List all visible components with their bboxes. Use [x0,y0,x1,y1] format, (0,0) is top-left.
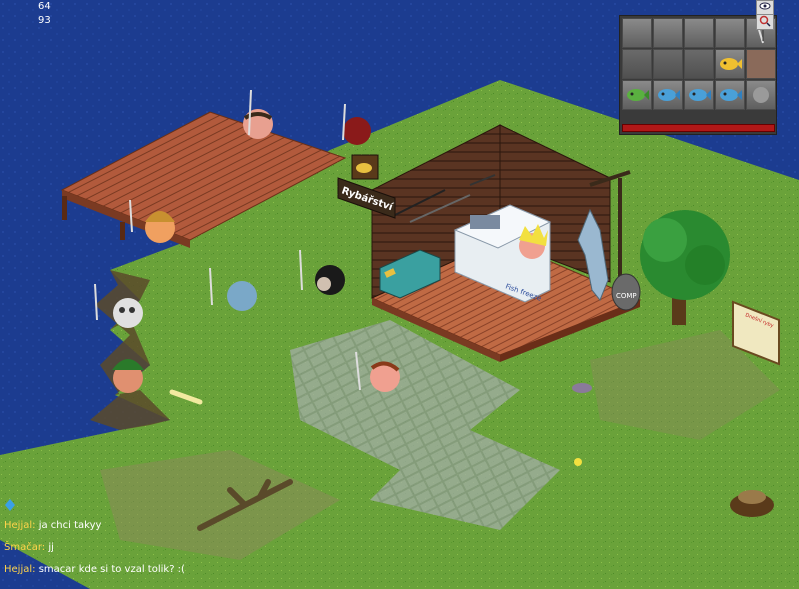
inventory-slot[interactable] [746,49,776,79]
green-fish-icon [627,89,649,101]
search-icon [759,15,771,27]
coord-y: 93 [38,15,51,26]
inventory-slot[interactable] [715,80,745,110]
inventory-slot[interactable] [684,49,714,79]
inventory-slot[interactable] [715,18,745,48]
search-button[interactable] [756,14,774,30]
inventory-slot[interactable] [684,18,714,48]
inventory-slot[interactable] [653,18,683,48]
chat-message: smacar kde si to vzal tolik? :( [38,564,185,575]
chat-author[interactable]: Šmačar: [4,542,45,553]
inventory-slot[interactable] [622,18,652,48]
eye-icon [759,2,771,10]
chat-toggle-icon[interactable] [5,499,15,511]
coord-x: 64 [38,1,51,12]
blue-fish-icon [689,89,711,101]
trash-bin-label: COMP [616,292,637,300]
inventory-slot[interactable] [684,80,714,110]
blue-fish-icon [720,89,742,101]
chat-line: Hejjal: ja chci takyy [4,518,185,540]
inventory-slot[interactable] [653,80,683,110]
flower[interactable] [574,458,582,466]
chat-line: Hejjal: smacar kde si to vzal tolik? :( [4,562,185,584]
rock[interactable] [572,383,592,393]
chat-author[interactable]: Hejjal: [4,564,36,575]
chat-log: Hejjal: ja chci takyy Šmačar: jj Hejjal:… [4,518,185,584]
inventory-slot[interactable] [622,49,652,79]
inventory-panel[interactable] [619,15,777,135]
spinner-icon [753,87,769,103]
inventory-slot[interactable] [715,49,745,79]
inventory-slot[interactable] [622,80,652,110]
inventory-capacity-bar [622,124,775,132]
chat-message: jj [48,542,54,553]
chat-line: Šmačar: jj [4,540,185,562]
yellow-fish-icon [720,58,742,70]
inventory-slot[interactable] [653,49,683,79]
blue-fish-icon [658,89,680,101]
inventory-slot[interactable] [746,80,776,110]
chat-message: ja chci takyy [38,520,102,531]
chat-author[interactable]: Hejjal: [4,520,36,531]
